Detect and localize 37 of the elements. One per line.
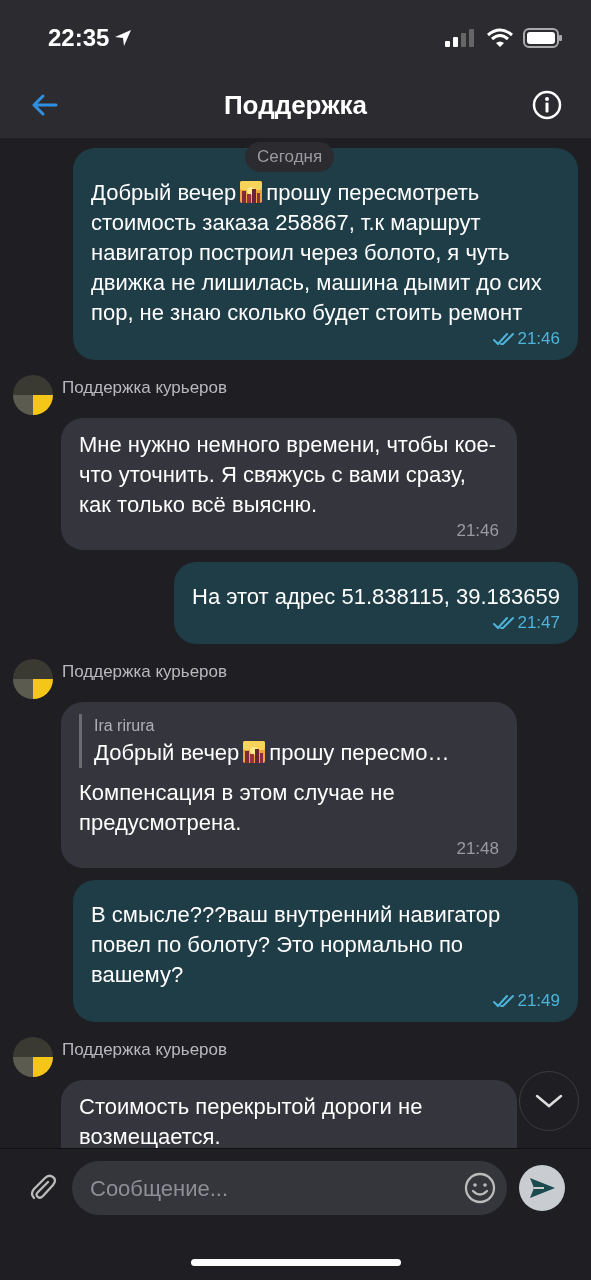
message-time: 21:46 [456,520,499,542]
message-time: 21:49 [517,990,560,1012]
message-text: В смысле???ваш внутренний навигатор повел по болоту? Это нормально по вашему? [91,901,502,989]
avatar[interactable] [12,658,54,700]
message-text: Стоимость перекрытой дороги не возмещается. [79,1093,424,1148]
date-label: Сегодня [245,142,335,172]
smiley-icon[interactable] [463,1171,497,1205]
info-icon [532,90,562,120]
avatar[interactable] [12,1036,54,1078]
battery-icon [523,27,563,49]
chevron-down-icon [535,1093,563,1109]
info-button[interactable] [531,89,563,121]
wifi-icon [487,28,513,48]
message-text: Мне нужно немного времени, чтобы кое-что уточнить. Я свяжусь с вами сразу, как только всё выясню. [79,431,498,519]
status-time: 22:35 [48,23,110,53]
city-sunset-icon [240,181,263,203]
message-text: На этот адрес 51.838115, 39.183659 [192,583,560,611]
message-field[interactable]: Сообщение... [72,1161,507,1215]
message-text: Добрый вечер прошу пересмотреть стоимость заказа 258867, т.к маршрут навигатор построил через болото, я чуть движка не лишилась, машина дымит до сих пор, не знаю сколько будет стоить ремонт [91,179,543,327]
message-text: Компенсация в этом случае не предусмотрена. [79,779,396,837]
chat-title: Поддержка [223,88,368,122]
message-time: 21:47 [517,612,560,634]
message-time: 21:46 [517,328,560,350]
message-time: 21:48 [456,838,499,860]
avatar[interactable] [12,374,54,416]
quoted-author: Ira rirura [94,716,155,736]
quoted-text: Добрый вечер прошу пересмо… [94,739,450,767]
sender-name: Поддержка курьеров [62,661,228,684]
back-arrow-icon [30,93,58,117]
send-arrow-icon [528,1176,556,1200]
signal-icon [445,28,477,48]
sender-name: Поддержка курьеров [62,1039,228,1062]
message-input[interactable]: Сообщение... [90,1171,463,1205]
location-arrow-icon [113,28,134,48]
sender-name: Поддержка курьеров [62,377,228,400]
send-button[interactable] [519,1165,565,1211]
city-sunset-icon [243,741,266,763]
